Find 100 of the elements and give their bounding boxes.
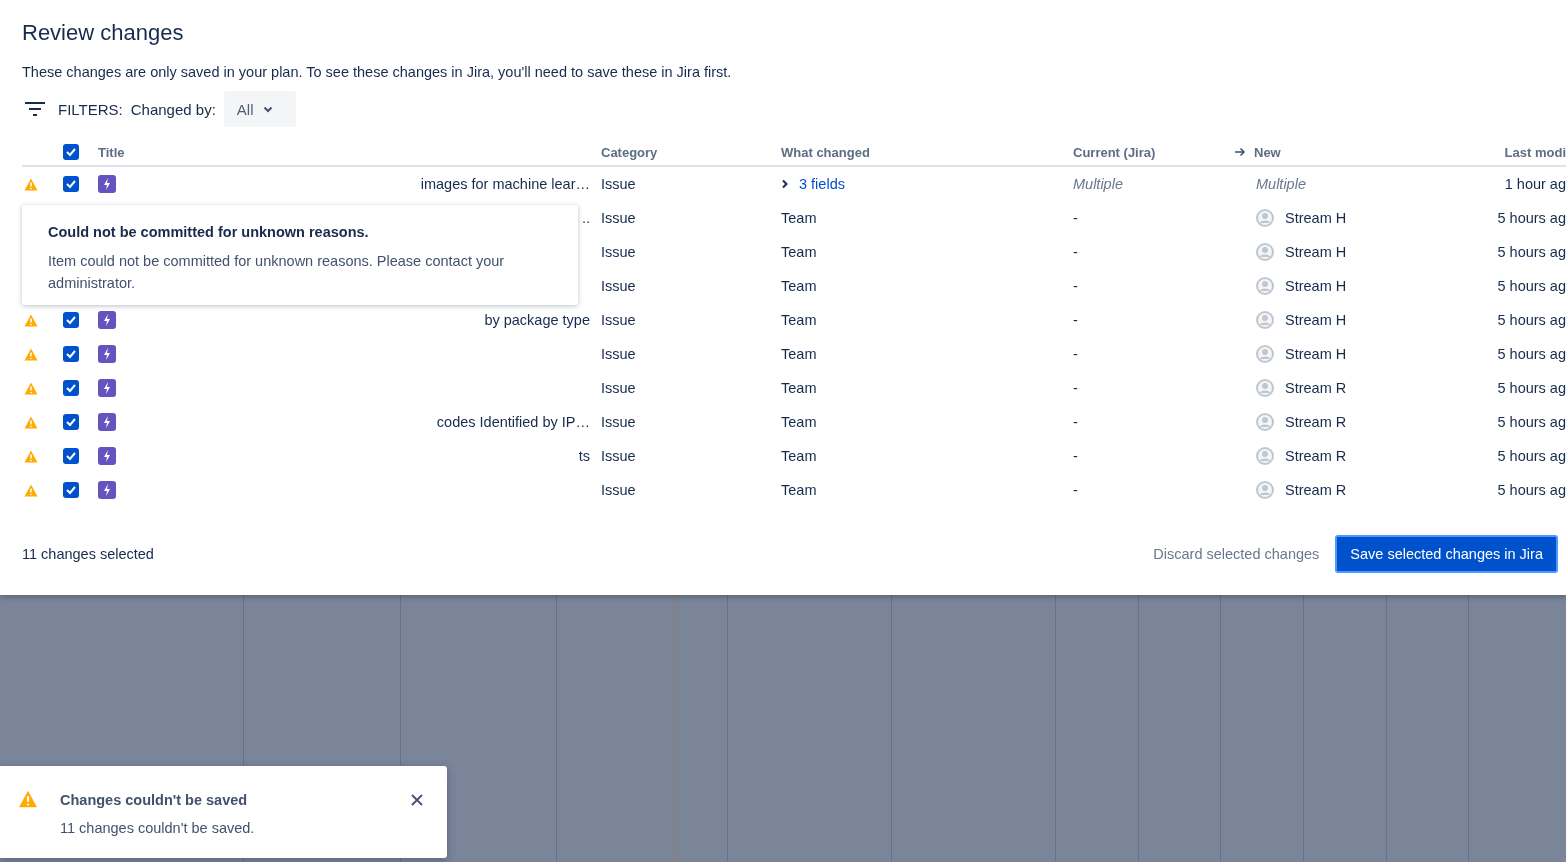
table-cell: -	[1073, 482, 1078, 498]
chevron-right-icon	[781, 179, 789, 189]
row-checkbox[interactable]	[63, 414, 79, 430]
filters-label: FILTERS:	[58, 100, 123, 118]
avatar-icon	[1256, 209, 1274, 227]
column-header: Last modi	[1504, 144, 1566, 160]
row-checkbox[interactable]	[63, 176, 79, 192]
warning-icon	[18, 790, 38, 808]
avatar-icon	[1256, 447, 1274, 465]
table-cell: Stream R	[1285, 448, 1347, 464]
table-cell: Issue	[601, 482, 636, 498]
row-checkbox[interactable]	[63, 482, 79, 498]
avatar-icon	[1256, 243, 1274, 261]
table-cell: Team	[781, 380, 817, 396]
table-cell: -	[1073, 346, 1078, 362]
table-cell: Issue	[601, 448, 636, 464]
avatar-icon	[1256, 481, 1274, 499]
table-cell: -	[1073, 448, 1078, 464]
table-cell: Issue	[601, 176, 636, 192]
lightning-icon	[98, 345, 116, 363]
warning-icon	[24, 313, 38, 327]
table-cell: -	[1073, 380, 1078, 396]
avatar-icon	[1256, 345, 1274, 363]
dialog-description: These changes are only saved in your plan. To see these changes in Jira, you'll need to save these in Jira first.	[22, 63, 733, 81]
issue-title: ..	[581, 210, 590, 226]
avatar-icon	[1256, 379, 1274, 397]
avatar-icon	[1256, 277, 1274, 295]
save-button[interactable]: Save selected changes in Jira	[1335, 535, 1558, 573]
table-cell: Multiple	[1073, 176, 1123, 192]
chevron-down-icon	[263, 105, 274, 113]
table-cell: 5 hours ag	[1497, 380, 1566, 396]
table-cell: 5 hours ag	[1497, 278, 1566, 294]
issue-title: by package type	[484, 312, 590, 328]
table-cell: -	[1073, 312, 1078, 328]
warning-icon	[24, 347, 38, 361]
column-header: Category	[601, 144, 658, 160]
table-cell: Stream H	[1285, 244, 1347, 260]
select-all-checkbox[interactable]	[63, 144, 79, 160]
lightning-icon	[98, 175, 116, 193]
table-cell: Issue	[601, 414, 636, 430]
table-cell: 5 hours ag	[1497, 482, 1566, 498]
table-cell: Team	[781, 210, 817, 226]
table-cell: Team	[781, 278, 817, 294]
column-header: Current (Jira)	[1073, 144, 1156, 160]
table-cell: Multiple	[1256, 176, 1306, 192]
warning-icon	[24, 415, 38, 429]
table-cell: Issue	[601, 346, 636, 362]
warning-icon	[24, 381, 38, 395]
table-cell: Team	[781, 448, 817, 464]
column-header: What changed	[781, 144, 870, 160]
popup-title: Could not be committed for unknown reasons.	[48, 224, 370, 240]
table-cell: Team	[781, 482, 817, 498]
table-cell: 5 hours ag	[1497, 210, 1566, 226]
table-cell: 5 hours ag	[1497, 244, 1566, 260]
lightning-icon	[98, 447, 116, 465]
row-checkbox[interactable]	[63, 346, 79, 362]
table-cell: 5 hours ag	[1497, 312, 1566, 328]
table-cell: -	[1073, 414, 1078, 430]
fields-expand-link[interactable]: 3 fields	[781, 176, 845, 192]
issue-title: codes Identified by IP…	[436, 414, 590, 430]
warning-icon	[24, 177, 38, 191]
column-header: New	[1254, 144, 1281, 160]
table-cell: 5 hours ag	[1497, 346, 1566, 362]
table-cell: -	[1073, 244, 1078, 260]
lightning-icon	[98, 481, 116, 499]
filter-icon	[25, 102, 45, 116]
warning-icon	[24, 483, 38, 497]
avatar-icon	[1256, 413, 1274, 431]
table-cell: Issue	[601, 244, 636, 260]
table-cell: Stream H	[1285, 210, 1347, 226]
table-cell: 5 hours ag	[1497, 414, 1566, 430]
table-cell: Stream R	[1285, 482, 1347, 498]
table-cell: Stream R	[1285, 414, 1347, 430]
issue-title: images for machine lear…	[420, 176, 590, 192]
avatar-icon	[1256, 311, 1274, 329]
discard-button[interactable]: Discard selected changes	[1153, 546, 1320, 562]
column-header: Title	[98, 144, 125, 160]
table-cell: Team	[781, 312, 817, 328]
table-cell: Issue	[601, 278, 636, 294]
toast-title: Changes couldn't be saved	[60, 792, 249, 808]
lightning-icon	[98, 379, 116, 397]
popup-message: Item could not be committed for unknown reasons. Please contact your administrator.	[48, 252, 506, 293]
table-cell: Issue	[601, 210, 636, 226]
row-checkbox[interactable]	[63, 312, 79, 328]
selected-count: 11 changes selected	[22, 546, 154, 562]
warning-icon	[24, 449, 38, 463]
table-cell: Stream H	[1285, 312, 1347, 328]
table-cell: Team	[781, 346, 817, 362]
row-checkbox[interactable]	[63, 380, 79, 396]
table-cell: Team	[781, 414, 817, 430]
table-cell: -	[1073, 278, 1078, 294]
issue-title: ts	[578, 448, 590, 464]
table-cell: Stream R	[1285, 380, 1347, 396]
toast-message: 11 changes couldn't be saved.	[60, 820, 256, 836]
changed-by-dropdown[interactable]: All	[223, 91, 296, 127]
table-cell: 5 hours ag	[1497, 448, 1566, 464]
table-cell: -	[1073, 210, 1078, 226]
lightning-icon	[98, 311, 116, 329]
arrow-right-icon	[1235, 147, 1246, 157]
row-checkbox[interactable]	[63, 448, 79, 464]
